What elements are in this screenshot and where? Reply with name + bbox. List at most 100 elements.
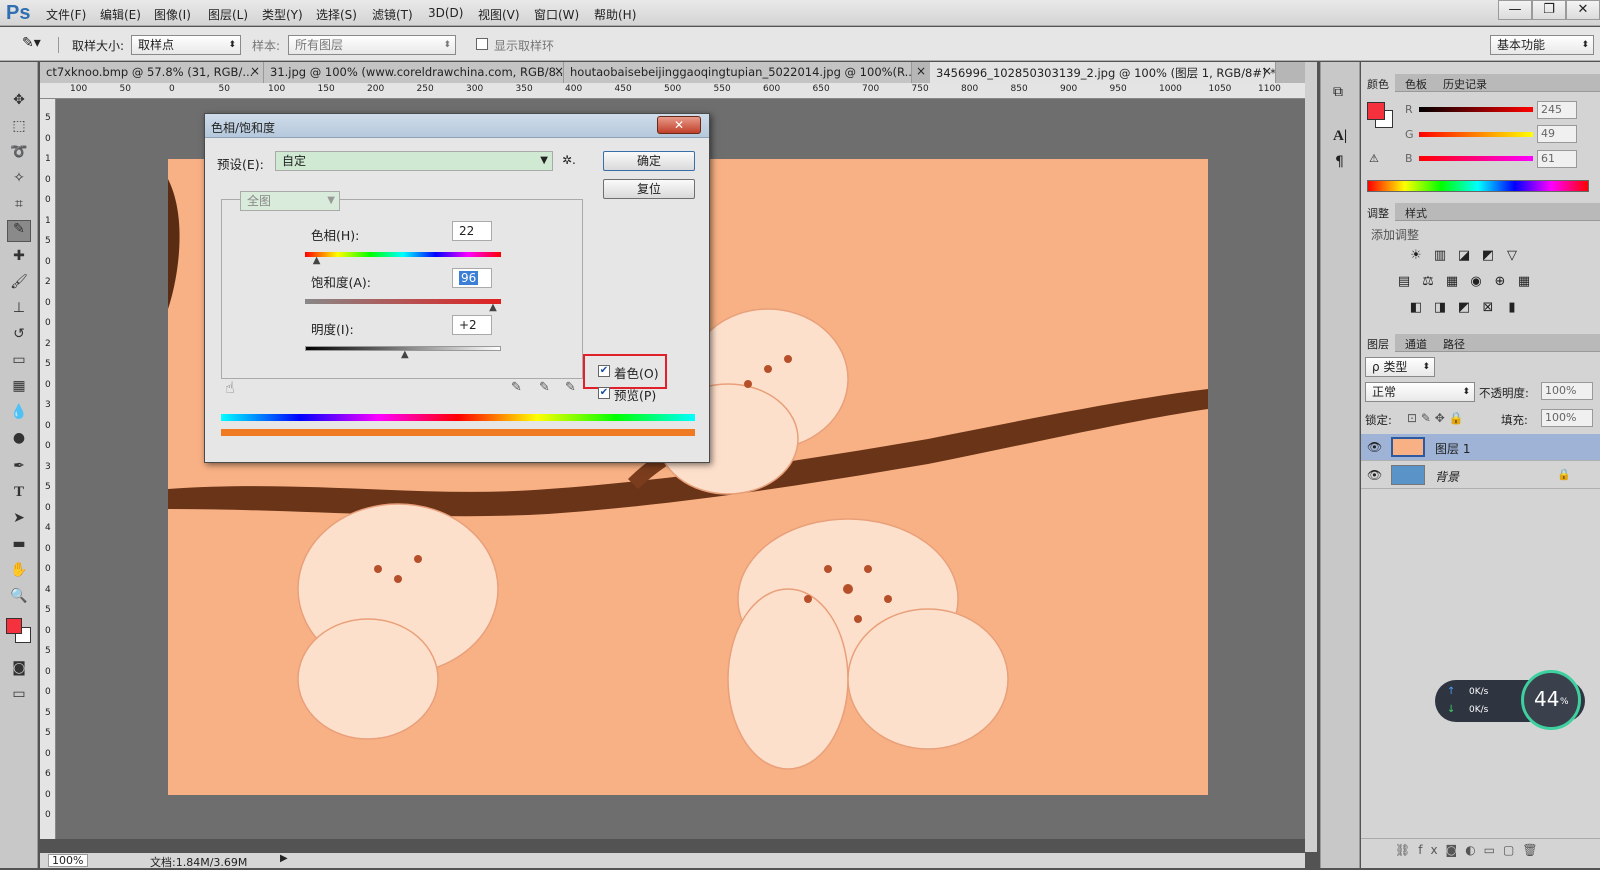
- path-select-tool-icon[interactable]: ➤: [7, 510, 31, 532]
- zoom-tool-icon[interactable]: 🔍: [7, 588, 31, 610]
- hand-tool-icon[interactable]: ✋: [7, 562, 31, 584]
- character-panel-icon[interactable]: A|: [1333, 128, 1347, 145]
- brush-tool-icon[interactable]: 🖌: [7, 274, 31, 296]
- r-value-input[interactable]: 245: [1537, 101, 1577, 119]
- saturation-slider-track[interactable]: [305, 299, 501, 304]
- layers-footer-icons[interactable]: ⛓fx◙◐▭▢🗑: [1361, 838, 1600, 862]
- dialog-titlebar[interactable]: 色相/饱和度: [205, 114, 709, 138]
- posterize-icon[interactable]: ◨: [1431, 300, 1449, 316]
- crop-tool-icon[interactable]: ⌗: [7, 196, 31, 218]
- layer-filter-select[interactable]: ρ 类型 ⬍: [1365, 357, 1435, 377]
- hue-slider-thumb[interactable]: ▲: [313, 255, 321, 266]
- reset-button[interactable]: 复位: [603, 179, 695, 199]
- show-ring-checkbox[interactable]: [476, 38, 488, 50]
- b-slider[interactable]: [1419, 156, 1533, 161]
- healing-tool-icon[interactable]: ✚: [7, 248, 31, 270]
- b-value-input[interactable]: 61: [1537, 150, 1577, 168]
- status-menu-arrow-icon[interactable]: ▶: [280, 853, 288, 864]
- dialog-close-button[interactable]: ✕: [657, 116, 701, 134]
- dodge-tool-icon[interactable]: ●: [7, 430, 31, 452]
- brightness-contrast-icon[interactable]: ☀: [1407, 248, 1425, 264]
- shape-tool-icon[interactable]: ▬: [7, 536, 31, 558]
- levels-icon[interactable]: ▥: [1431, 248, 1449, 264]
- g-slider[interactable]: [1419, 132, 1533, 137]
- zoom-level[interactable]: 100%: [48, 854, 88, 867]
- preview-checkbox[interactable]: ✔: [598, 387, 610, 399]
- layer-row-layer1[interactable]: 👁 图层 1: [1361, 434, 1600, 461]
- vibrance-icon[interactable]: ▽: [1503, 248, 1521, 264]
- tab-close-icon[interactable]: ×: [554, 64, 564, 78]
- tab-doc-4-active[interactable]: 3456996_102850303139_2.jpg @ 100% (图层 1,…: [930, 62, 1276, 83]
- curves-icon[interactable]: ◪: [1455, 248, 1473, 264]
- tab-close-icon[interactable]: ×: [250, 64, 260, 78]
- menu-image[interactable]: 图像(I): [154, 6, 191, 23]
- menu-select[interactable]: 选择(S): [316, 6, 357, 23]
- color-spectrum-bar[interactable]: [1367, 180, 1589, 192]
- pen-tool-icon[interactable]: ✒: [7, 458, 31, 480]
- hue-slider-track[interactable]: [305, 252, 501, 257]
- sample-size-select[interactable]: 取样点 ⬍: [131, 35, 241, 55]
- gradient-map-icon[interactable]: ▮: [1503, 300, 1521, 316]
- r-slider[interactable]: [1419, 107, 1533, 112]
- lasso-tool-icon[interactable]: ➰: [7, 144, 31, 166]
- channel-select[interactable]: 全图 ▼: [240, 191, 340, 211]
- eyedropper-tool-icon[interactable]: ✎: [7, 220, 31, 242]
- vertical-scrollbar[interactable]: [1305, 62, 1317, 852]
- close-window-button[interactable]: ✕: [1566, 0, 1600, 20]
- eyedropper-icon[interactable]: ✎: [511, 380, 522, 395]
- panel-toggle-icon[interactable]: ⧉: [1333, 84, 1343, 100]
- hue-input[interactable]: 22: [452, 221, 492, 241]
- black-white-icon[interactable]: ▦: [1443, 274, 1461, 290]
- layer-row-background[interactable]: 👁 背景 🔒: [1361, 462, 1600, 489]
- quick-mask-icon[interactable]: ◙: [7, 660, 31, 682]
- paragraph-panel-icon[interactable]: ¶: [1335, 154, 1344, 170]
- threshold-icon[interactable]: ◩: [1455, 300, 1473, 316]
- menu-type[interactable]: 类型(Y): [262, 6, 303, 23]
- blur-tool-icon[interactable]: 💧: [7, 404, 31, 426]
- color-balance-icon[interactable]: ⚖: [1419, 274, 1437, 290]
- magic-wand-tool-icon[interactable]: ✧: [7, 170, 31, 192]
- screen-mode-icon[interactable]: ▭: [7, 686, 31, 708]
- eyedropper-tool-icon[interactable]: ✎▾: [22, 35, 41, 51]
- tab-close-icon[interactable]: ×: [1262, 64, 1272, 78]
- preset-options-gear-icon[interactable]: ✲.: [562, 153, 576, 167]
- tab-adjustments[interactable]: 调整: [1361, 203, 1395, 221]
- visibility-eye-icon[interactable]: 👁: [1367, 468, 1382, 482]
- visibility-eye-icon[interactable]: 👁: [1367, 440, 1382, 454]
- cpu-usage-gauge[interactable]: 44 %: [1521, 670, 1581, 730]
- foreground-color-swatch[interactable]: [1367, 102, 1385, 120]
- menu-help[interactable]: 帮助(H): [594, 6, 636, 23]
- history-brush-tool-icon[interactable]: ↺: [7, 326, 31, 348]
- menu-layer[interactable]: 图层(L): [208, 6, 248, 23]
- restore-button[interactable]: ❐: [1532, 0, 1566, 20]
- tab-doc-2[interactable]: 31.jpg @ 100% (www.coreldrawchina.com, R…: [264, 62, 564, 83]
- type-tool-icon[interactable]: T: [7, 484, 31, 506]
- tab-styles[interactable]: 样式: [1399, 203, 1433, 221]
- tab-history[interactable]: 历史记录: [1437, 74, 1493, 92]
- gradient-tool-icon[interactable]: ▦: [7, 378, 31, 400]
- stamp-tool-icon[interactable]: ⊥: [7, 300, 31, 322]
- preset-select[interactable]: 自定 ▼: [275, 151, 553, 171]
- lightness-slider-thumb[interactable]: ▲: [401, 349, 409, 360]
- move-tool-icon[interactable]: ✥: [7, 92, 31, 114]
- eyedropper-add-icon[interactable]: ✎: [539, 380, 550, 395]
- exposure-icon[interactable]: ◩: [1479, 248, 1497, 264]
- menu-3d[interactable]: 3D(D): [428, 6, 463, 20]
- tab-color[interactable]: 颜色: [1361, 74, 1395, 92]
- tab-doc-3[interactable]: houtaobaisebeijinggaoqingtupian_5022014.…: [564, 62, 912, 83]
- tab-close-icon[interactable]: ×: [916, 64, 926, 78]
- tab-layers[interactable]: 图层: [1361, 334, 1395, 352]
- foreground-color-swatch[interactable]: [6, 618, 22, 634]
- tab-doc-1[interactable]: ct7xknoo.bmp @ 57.8% (31, RGB/...: [40, 62, 264, 83]
- menu-view[interactable]: 视图(V): [478, 6, 520, 23]
- color-lookup-icon[interactable]: ▦: [1515, 274, 1533, 290]
- colorize-checkbox[interactable]: ✔: [598, 365, 610, 377]
- g-value-input[interactable]: 49: [1537, 125, 1577, 143]
- menu-edit[interactable]: 编辑(E): [100, 6, 141, 23]
- ok-button[interactable]: 确定: [603, 151, 695, 171]
- hue-saturation-icon[interactable]: ▤: [1395, 274, 1413, 290]
- lock-icons[interactable]: ⊡ ✎ ✥ 🔒: [1407, 411, 1464, 425]
- gamut-warning-icon[interactable]: ⚠: [1369, 152, 1379, 165]
- menu-file[interactable]: 文件(F): [46, 6, 86, 23]
- marquee-tool-icon[interactable]: ⬚: [7, 118, 31, 140]
